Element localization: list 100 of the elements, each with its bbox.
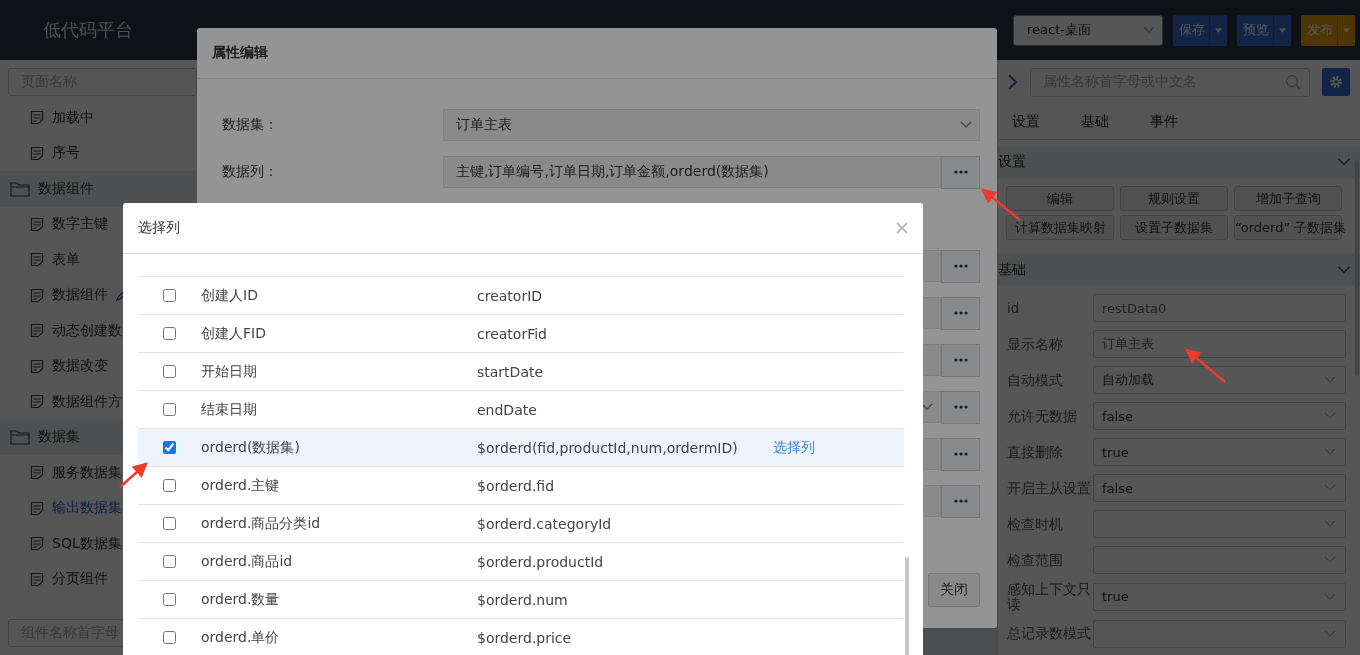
table-cell-text: 创建人FID <box>201 324 267 343</box>
more-icon <box>953 499 968 503</box>
table-cell-text: $orderd.num <box>477 591 569 608</box>
split-button[interactable]: 预览 <box>1237 14 1291 46</box>
select-field[interactable]: 订单主表 <box>443 109 980 141</box>
document-icon <box>30 465 44 481</box>
split-button[interactable]: 保存 <box>1173 14 1227 46</box>
field-label: 直接删除 <box>1007 444 1064 460</box>
table-row[interactable]: orderd.商品分类id $orderd.categoryId <box>138 504 904 542</box>
annotation-arrow <box>981 188 1021 221</box>
more-button[interactable] <box>941 390 980 424</box>
more-button[interactable] <box>941 155 980 189</box>
table-cell-text: creatorID <box>477 287 544 304</box>
checkbox[interactable] <box>163 631 176 644</box>
document-icon <box>30 536 44 552</box>
table-row[interactable]: 创建人ID creatorID <box>138 276 904 314</box>
action-button[interactable]: 增加子查询 <box>1234 186 1342 211</box>
project-select[interactable]: react-桌面 <box>1013 14 1163 46</box>
dialog-title: 选择列 <box>138 219 180 237</box>
scrollbar[interactable] <box>905 557 909 655</box>
select-field[interactable]: false <box>1093 402 1346 430</box>
input-field[interactable]: 主键,订单编号,订单日期,订单金额,orderd(数据集) <box>443 156 941 188</box>
table-cell-text: $orderd.productId <box>477 553 605 570</box>
field-label: 数据列： <box>222 163 279 181</box>
document-icon <box>30 216 44 232</box>
document-icon <box>30 500 44 516</box>
tab[interactable]: 事件 <box>1150 113 1178 131</box>
tab[interactable]: 基础 <box>1081 113 1109 131</box>
table-row[interactable]: 开始日期 startDate <box>138 352 904 390</box>
folder-icon <box>10 180 30 197</box>
document-icon <box>30 287 44 303</box>
select-field[interactable]: true <box>1093 438 1346 466</box>
more-button[interactable] <box>941 296 980 330</box>
tree-item[interactable]: 表单 <box>0 242 197 278</box>
checkbox[interactable] <box>163 289 176 302</box>
tab[interactable]: 设置 <box>1012 113 1040 131</box>
document-icon <box>30 145 44 161</box>
table-cell-text: orderd.商品id <box>201 552 294 571</box>
tree-item[interactable]: 序号 <box>0 135 197 171</box>
field-label: 自动模式 <box>1007 372 1064 388</box>
more-button[interactable] <box>941 249 980 283</box>
search-icon <box>1285 74 1301 90</box>
checkbox[interactable] <box>163 403 176 416</box>
folder-item[interactable]: 数据组件 <box>0 171 197 207</box>
table-cell-text: orderd.商品分类id <box>201 514 322 533</box>
dialog-title: 属性编辑 <box>212 44 268 62</box>
document-icon <box>30 571 44 587</box>
table-cell-text: $orderd.fid <box>477 477 556 494</box>
tree-item[interactable]: 加载中 <box>0 100 197 136</box>
table-row[interactable]: orderd.单价 $orderd.price <box>138 618 904 655</box>
table-row[interactable]: 创建人FID creatorFid <box>138 314 904 352</box>
close-icon[interactable] <box>896 222 908 234</box>
more-icon <box>953 170 968 174</box>
action-button[interactable]: 规则设置 <box>1120 186 1228 211</box>
table-row[interactable]: orderd.商品id $orderd.productId <box>138 542 904 580</box>
document-icon <box>30 394 44 410</box>
split-button[interactable]: 发布 <box>1301 14 1355 46</box>
more-icon <box>953 264 968 268</box>
chevron-right-icon[interactable] <box>1006 73 1018 91</box>
section-header[interactable]: 基础 <box>998 254 1360 286</box>
table-cell-text: endDate <box>477 401 538 418</box>
settings-button[interactable] <box>1322 68 1350 96</box>
more-icon <box>953 358 968 362</box>
more-icon <box>953 311 968 315</box>
table-cell-text: orderd.主键 <box>201 476 281 495</box>
more-icon <box>953 452 968 456</box>
more-button[interactable] <box>941 484 980 518</box>
checkbox[interactable] <box>163 593 176 606</box>
select-field[interactable] <box>1093 619 1346 648</box>
document-icon <box>30 358 44 374</box>
action-button[interactable]: 计算数据集映射 <box>1006 215 1114 240</box>
section-header[interactable]: 设置 <box>998 146 1360 178</box>
checkbox[interactable] <box>163 365 176 378</box>
table-cell-text: $orderd.categoryId <box>477 515 613 532</box>
field-label: id <box>1007 300 1021 316</box>
checkbox[interactable] <box>163 555 176 568</box>
select-field[interactable] <box>1093 510 1346 538</box>
close-button[interactable]: 关闭 <box>928 573 980 607</box>
checkbox[interactable] <box>163 327 176 340</box>
action-button[interactable]: 编辑 <box>1006 186 1114 211</box>
select-columns-link[interactable]: 选择列 <box>773 438 815 457</box>
more-icon <box>953 405 968 409</box>
checkbox[interactable] <box>163 479 176 492</box>
more-button[interactable] <box>941 437 980 471</box>
action-button[interactable]: 设置子数据集 <box>1120 215 1228 240</box>
table-cell-text: creatorFid <box>477 325 548 342</box>
checkbox[interactable] <box>163 517 176 530</box>
document-icon <box>30 110 44 126</box>
select-field[interactable]: 自动加载 <box>1093 366 1346 394</box>
select-field[interactable]: true <box>1093 582 1346 611</box>
document-icon <box>30 252 44 268</box>
more-button[interactable] <box>941 343 980 377</box>
checkbox[interactable] <box>163 441 176 454</box>
table-row[interactable]: orderd.主键 $orderd.fid <box>138 466 904 504</box>
table-row[interactable]: orderd(数据集) $orderd(fid,productId,num,ordermID) 选择列 <box>138 428 904 466</box>
table-cell-text: orderd.单价 <box>201 628 281 647</box>
settings-icon <box>1329 75 1343 89</box>
table-row[interactable]: orderd.数量 $orderd.num <box>138 580 904 618</box>
select-field[interactable] <box>1093 546 1346 574</box>
select-field[interactable]: false <box>1093 474 1346 502</box>
